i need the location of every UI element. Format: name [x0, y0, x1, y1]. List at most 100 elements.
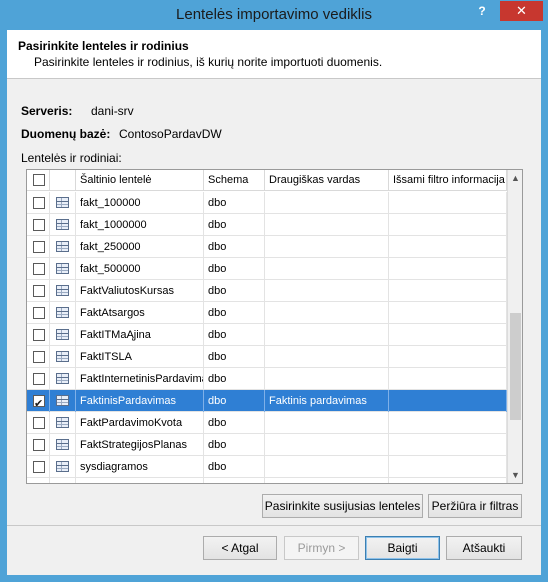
schema-cell: dbo: [204, 302, 265, 324]
row-checkbox[interactable]: [33, 263, 45, 275]
checkbox-cell: [27, 478, 50, 484]
friendly-name-cell[interactable]: [265, 478, 389, 483]
friendly-name-cell[interactable]: Faktinis pardavimas: [265, 390, 389, 412]
schema-cell: dbo: [204, 456, 265, 478]
schema-cell: dbo: [204, 434, 265, 456]
friendly-name-cell[interactable]: [265, 456, 389, 478]
friendly-name-cell[interactable]: [265, 368, 389, 390]
friendly-name-cell[interactable]: [265, 280, 389, 302]
table-row[interactable]: fakt_1000000 dbo: [27, 214, 507, 236]
friendly-name-cell[interactable]: [265, 412, 389, 434]
help-button[interactable]: ?: [469, 1, 495, 21]
friendly-name-cell[interactable]: [265, 258, 389, 280]
table-row[interactable]: FaktValiutosKursas dbo: [27, 280, 507, 302]
scroll-thumb[interactable]: [510, 313, 521, 420]
next-button[interactable]: Pirmyn >: [284, 536, 359, 560]
filter-details-cell: [389, 324, 507, 346]
server-label: Serveris:: [21, 104, 73, 118]
table-icon: [56, 439, 69, 450]
row-checkbox[interactable]: [33, 483, 45, 484]
column-header-schema[interactable]: Schema: [204, 170, 265, 191]
close-button[interactable]: ✕: [500, 1, 543, 21]
row-checkbox[interactable]: [33, 373, 45, 385]
filter-details-cell: [389, 412, 507, 434]
table-row[interactable]: FaktAtsargos dbo: [27, 302, 507, 324]
filter-details-cell: [389, 258, 507, 280]
row-checkbox[interactable]: [33, 351, 45, 363]
row-checkbox[interactable]: [33, 417, 45, 429]
table-row[interactable]: FaktInternetinisPardavimas dbo: [27, 368, 507, 390]
cancel-button[interactable]: Atšaukti: [446, 536, 522, 560]
source-table-cell: FaktITMaĄjina: [76, 324, 204, 346]
back-button[interactable]: < Atgal: [203, 536, 277, 560]
column-header-friendly[interactable]: Draugiškas vardas: [265, 170, 389, 191]
filter-details-cell: [389, 368, 507, 390]
table-row[interactable]: FaktStrategijosPlanas dbo: [27, 434, 507, 456]
icon-cell: [50, 280, 76, 302]
table-row[interactable]: fakt_500000 dbo: [27, 258, 507, 280]
schema-cell: dbo: [204, 324, 265, 346]
table-icon: [56, 263, 69, 274]
row-checkbox[interactable]: [33, 439, 45, 451]
row-checkbox[interactable]: [33, 219, 45, 231]
source-table-cell: FaktInternetinisPardavimas: [76, 368, 204, 390]
schema-cell: dbo: [204, 478, 265, 483]
table-row[interactable]: V_Customerdbo: [27, 478, 507, 484]
tables-grid[interactable]: Šaltinio lentelė Schema Draugiškas varda…: [26, 169, 523, 484]
icon-cell: [50, 346, 76, 368]
schema-cell: dbo: [204, 280, 265, 302]
source-table-cell: fakt_100000: [76, 192, 204, 214]
filter-details-cell: [389, 478, 507, 483]
checkbox-cell: [27, 390, 50, 412]
finish-button[interactable]: Baigti: [365, 536, 440, 560]
icon-cell: [50, 368, 76, 390]
friendly-name-cell[interactable]: [265, 214, 389, 236]
table-row[interactable]: FaktITSLA dbo: [27, 346, 507, 368]
column-header-filter[interactable]: Išsami filtro informacija: [389, 170, 507, 191]
icon-cell: [50, 434, 76, 456]
source-table-cell: FaktinisPardavimas: [76, 390, 204, 412]
preview-filter-button[interactable]: Peržiūra ir filtras: [428, 494, 522, 518]
scroll-up-icon[interactable]: ▲: [508, 170, 522, 186]
icon-cell: [50, 412, 76, 434]
schema-cell: dbo: [204, 390, 265, 412]
tables-list-label: Lentelės ir rodiniai:: [21, 151, 122, 165]
checkbox-cell: [27, 302, 50, 324]
schema-cell: dbo: [204, 214, 265, 236]
friendly-name-cell[interactable]: [265, 192, 389, 214]
friendly-name-cell[interactable]: [265, 236, 389, 258]
table-row[interactable]: FaktPardavimoKvota dbo: [27, 412, 507, 434]
select-related-button[interactable]: Pasirinkite susijusias lenteles: [262, 494, 423, 518]
schema-cell: dbo: [204, 368, 265, 390]
friendly-name-cell[interactable]: [265, 302, 389, 324]
select-all-checkbox[interactable]: [33, 174, 45, 186]
row-checkbox[interactable]: [33, 285, 45, 297]
row-checkbox[interactable]: [33, 241, 45, 253]
row-checkbox[interactable]: [33, 197, 45, 209]
table-row[interactable]: fakt_100000 dbo: [27, 192, 507, 214]
grid-header: Šaltinio lentelė Schema Draugiškas varda…: [27, 170, 507, 191]
table-row[interactable]: FaktITMaĄjina dbo: [27, 324, 507, 346]
column-header-source[interactable]: Šaltinio lentelė: [76, 170, 204, 191]
table-row[interactable]: sysdiagramos dbo: [27, 456, 507, 478]
database-value: ContosoPardavDW: [119, 127, 222, 141]
vertical-scrollbar[interactable]: ▲ ▼: [507, 170, 522, 483]
row-checkbox[interactable]: [33, 393, 45, 412]
table-icon: [56, 197, 69, 208]
filter-details-cell: [389, 390, 507, 412]
checkbox-cell: [27, 192, 50, 214]
schema-cell: dbo: [204, 258, 265, 280]
checkbox-cell: [27, 456, 50, 478]
table-row[interactable]: fakt_250000 dbo: [27, 236, 507, 258]
friendly-name-cell[interactable]: [265, 346, 389, 368]
row-checkbox[interactable]: [33, 307, 45, 319]
friendly-name-cell[interactable]: [265, 434, 389, 456]
row-checkbox[interactable]: [33, 461, 45, 473]
friendly-name-cell[interactable]: [265, 324, 389, 346]
table-row[interactable]: FaktinisPardavimasdboFaktinis pardavimas: [27, 390, 507, 412]
icon-cell: [50, 302, 76, 324]
source-table-cell: FaktStrategijosPlanas: [76, 434, 204, 456]
row-checkbox[interactable]: [33, 329, 45, 341]
table-icon: [56, 329, 69, 340]
scroll-down-icon[interactable]: ▼: [508, 467, 522, 483]
